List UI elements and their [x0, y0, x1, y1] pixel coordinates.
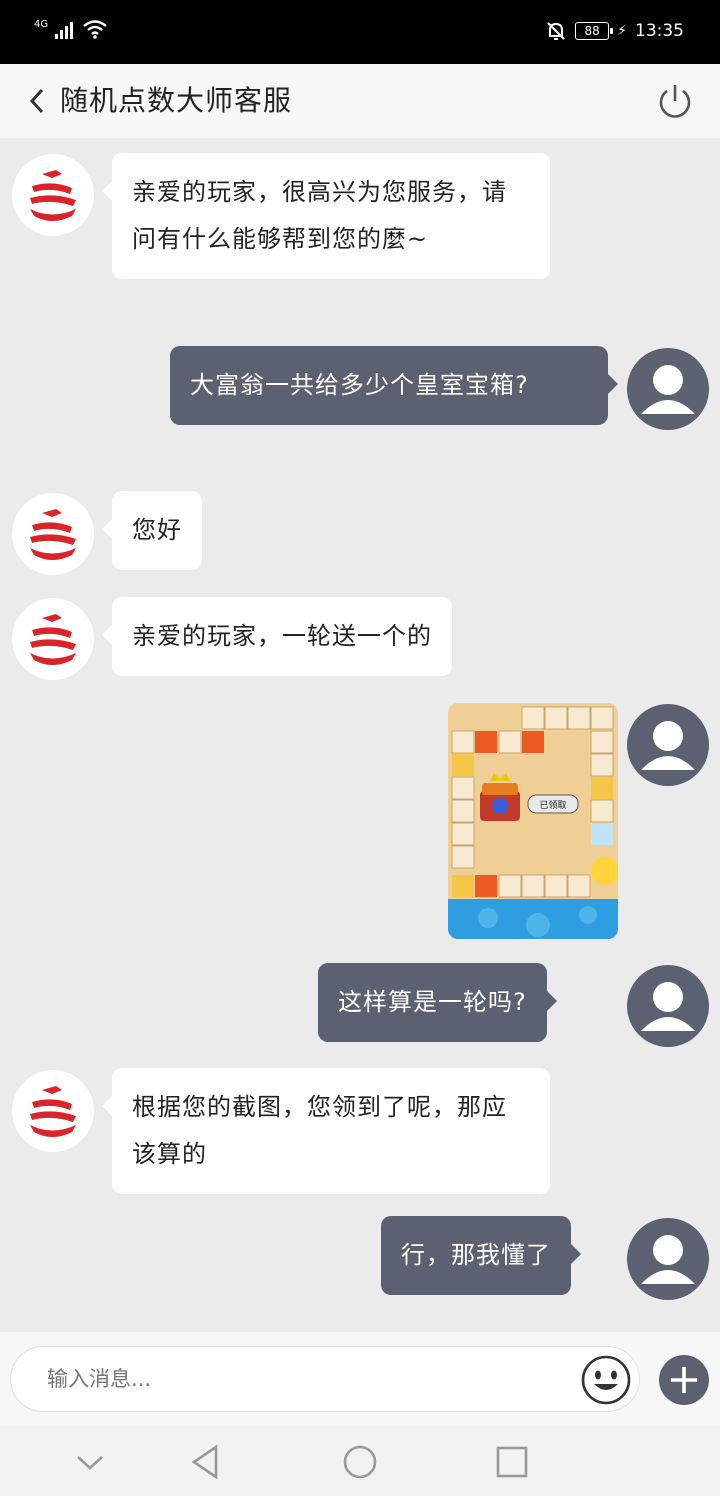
chevron-down-icon[interactable]	[70, 1442, 110, 1482]
clock: 13:35	[635, 21, 684, 41]
back-icon[interactable]	[22, 82, 52, 120]
user-message: 大富翁一共给多少个皇室宝箱?	[170, 346, 618, 425]
bot-message: 您好	[102, 491, 202, 570]
system-nav-bar	[0, 1426, 720, 1496]
person-icon	[641, 721, 695, 770]
network-type: 4G	[34, 19, 49, 30]
bot-message: 亲爱的玩家，很高兴为您服务，请问有什么能够帮到您的麼~	[102, 153, 550, 279]
chat-header: 随机点数大师客服	[0, 64, 720, 138]
message-list[interactable]: 亲爱的玩家，很高兴为您服务，请问有什么能够帮到您的麼~ 大富翁一共给多少个皇室宝…	[0, 138, 720, 1332]
charging-icon: ⚡	[617, 23, 627, 39]
sailboat-logo-icon	[30, 614, 76, 665]
user-message: 行，那我懂了	[381, 1216, 581, 1295]
emoji-icon[interactable]	[580, 1354, 632, 1406]
wifi-icon	[83, 20, 107, 39]
bot-message: 亲爱的玩家，一轮送一个的	[102, 597, 452, 676]
user-avatar	[627, 965, 709, 1047]
bot-avatar	[12, 493, 94, 575]
user-avatar	[627, 1218, 709, 1300]
sailboat-logo-icon	[30, 170, 76, 221]
home-circle-icon[interactable]	[340, 1442, 380, 1482]
battery-icon: 88	[575, 22, 614, 40]
bot-message: 根据您的截图，您领到了呢，那应该算的	[102, 1068, 550, 1194]
image-message[interactable]: 已领取	[448, 703, 618, 939]
back-triangle-icon[interactable]	[186, 1442, 226, 1482]
plus-icon[interactable]	[658, 1354, 710, 1406]
sailboat-logo-icon	[30, 509, 76, 560]
recents-square-icon[interactable]	[492, 1442, 532, 1482]
status-bar: 4G 88 ⚡ 13:35	[0, 0, 720, 64]
person-icon	[641, 365, 695, 414]
user-avatar	[627, 348, 709, 430]
sailboat-logo-icon	[30, 1086, 76, 1137]
page-title: 随机点数大师客服	[60, 84, 293, 117]
person-icon	[641, 982, 695, 1031]
power-icon[interactable]	[656, 82, 694, 120]
bell-muted-icon	[547, 22, 565, 40]
person-icon	[641, 1235, 695, 1284]
bot-avatar	[12, 154, 94, 236]
bot-avatar	[12, 598, 94, 680]
input-bar	[0, 1332, 720, 1426]
message-input[interactable]	[10, 1346, 640, 1412]
user-message: 这样算是一轮吗?	[318, 963, 557, 1042]
game-board-image: 已领取	[448, 703, 618, 939]
signal-icon	[55, 22, 74, 39]
bot-avatar	[12, 1070, 94, 1152]
image-badge-label: 已领取	[539, 799, 566, 811]
user-avatar	[627, 704, 709, 786]
